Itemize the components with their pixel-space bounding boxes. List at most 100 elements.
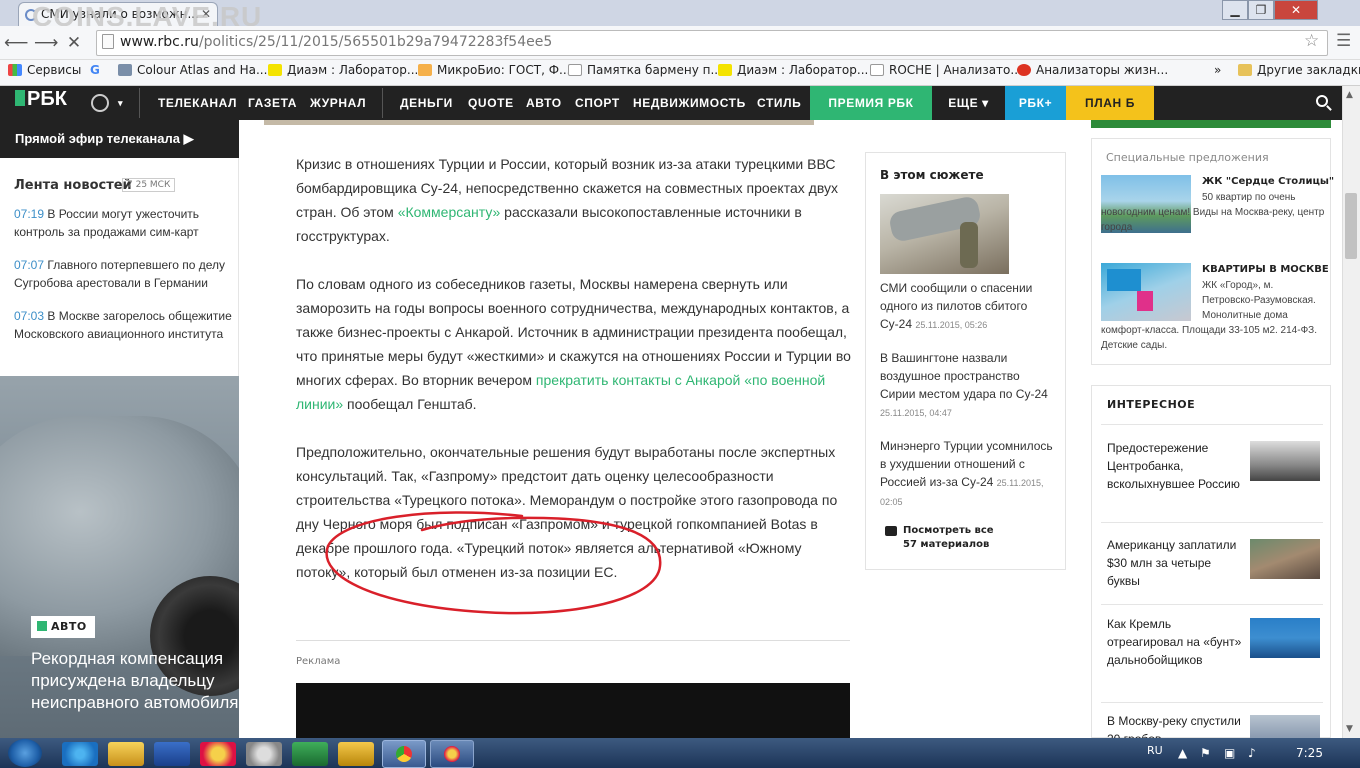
news-time: 07:03 xyxy=(14,309,45,323)
offer-heading[interactable]: ЖК "Сердце Столицы" xyxy=(1202,176,1334,187)
see-all-link[interactable]: Посмотреть все 57 материалов xyxy=(903,524,994,552)
red-circle-annotation xyxy=(325,511,662,615)
interest-item[interactable]: Предостережение Центробанка, всколыхнувш… xyxy=(1107,439,1242,493)
bookmark-item[interactable]: Диаэм : Лаборатор... xyxy=(268,63,418,77)
bookmarks-more-icon[interactable]: » xyxy=(1214,63,1221,77)
back-arrow-icon[interactable]: ⟵ xyxy=(4,31,28,55)
tray-expand-icon[interactable]: ▲ xyxy=(1178,746,1187,760)
nav-item-money[interactable]: ДЕНЬГИ xyxy=(400,86,453,120)
news-feed-title[interactable]: Лента новостей xyxy=(14,178,132,193)
nav-item-newspaper[interactable]: ГАЗЕТА xyxy=(248,86,297,120)
chevron-down-icon[interactable]: ▾ xyxy=(118,86,123,120)
network-icon[interactable]: ▣ xyxy=(1224,746,1235,760)
ie-icon[interactable] xyxy=(62,742,98,766)
see-all-count: 57 материалов xyxy=(903,539,990,550)
news-item[interactable]: 07:03 В Москве загорелось общежитие Моск… xyxy=(14,307,234,343)
nav-item-realty[interactable]: НЕДВИЖИМОСТЬ xyxy=(633,86,746,120)
promo-title[interactable]: Рекордная компенсация присуждена владель… xyxy=(31,648,239,714)
forward-arrow-icon[interactable]: ⟶ xyxy=(34,31,58,55)
bookmark-item[interactable]: Colour Atlas and Ha... xyxy=(118,63,267,77)
volume-icon[interactable]: ♪ xyxy=(1248,746,1256,760)
page-icon xyxy=(870,64,884,76)
stop-icon[interactable]: ✕ xyxy=(62,31,86,55)
nav-more[interactable]: ЕЩЕ ▾ xyxy=(932,86,1005,120)
chrome-task-icon[interactable] xyxy=(382,740,426,768)
live-stream-link[interactable]: Прямой эфир телеканала ▶ xyxy=(0,120,239,158)
app-icon[interactable] xyxy=(246,742,282,766)
other-bookmarks[interactable]: Другие закладки xyxy=(1238,63,1360,77)
bookmark-item[interactable]: ROCHE | Анализато... xyxy=(870,63,1022,77)
ad-video[interactable] xyxy=(296,683,850,738)
see-all-label: Посмотреть все xyxy=(903,525,994,536)
offer-heading[interactable]: КВАРТИРЫ В МОСКВЕ xyxy=(1202,264,1329,275)
media-player-icon[interactable] xyxy=(108,742,144,766)
bookmark-item[interactable]: Диаэм : Лаборатор... xyxy=(718,63,868,77)
1c-logo-icon xyxy=(444,746,460,762)
rbc-logo[interactable]: РБК xyxy=(15,88,67,111)
scroll-down-icon[interactable]: ▼ xyxy=(1346,724,1353,734)
flag-icon[interactable]: ⚑ xyxy=(1200,746,1211,760)
menu-icon[interactable]: ☰ xyxy=(1336,31,1351,51)
bookmark-item[interactable]: Анализаторы жизн... xyxy=(1017,63,1168,77)
url-text[interactable]: www.rbc.ru/politics/25/11/2015/565501b29… xyxy=(120,34,552,50)
bookmark-item[interactable]: Памятка бармену п... xyxy=(568,63,722,77)
nav-divider xyxy=(139,88,140,118)
taskbar-clock[interactable]: 7:25 xyxy=(1296,746,1323,760)
1c-task-icon[interactable] xyxy=(430,740,474,768)
story-item[interactable]: СМИ сообщили о спасении одного из пилото… xyxy=(880,279,1058,334)
interest-item[interactable]: В Москву-реку спустили 20 гробов xyxy=(1107,712,1242,738)
interest-image[interactable] xyxy=(1250,618,1320,658)
nav-plan-b[interactable]: ПЛАН Б xyxy=(1066,86,1154,120)
word-icon[interactable] xyxy=(154,742,190,766)
interest-image[interactable] xyxy=(1250,441,1320,481)
minimize-icon[interactable]: ▁ xyxy=(1222,0,1248,20)
nav-item-quote[interactable]: QUOTE xyxy=(468,86,514,120)
interest-item[interactable]: Американцу заплатили $30 млн за четыре б… xyxy=(1107,536,1242,590)
news-item[interactable]: 07:07 Главного потерпевшего по делу Сугр… xyxy=(14,256,234,292)
materials-icon xyxy=(885,526,897,536)
scrollbar-thumb[interactable] xyxy=(1345,193,1357,259)
article-paragraph-1: Кризис в отношениях Турции и России, кот… xyxy=(296,152,852,248)
nav-divider xyxy=(382,88,383,118)
language-indicator[interactable]: RU xyxy=(1147,744,1163,757)
bookmark-item[interactable]: МикроБио: ГОСТ, Ф... xyxy=(418,63,570,77)
clock-app-icon[interactable] xyxy=(338,742,374,766)
bookmark-services[interactable]: Сервисы xyxy=(8,63,81,77)
maximize-icon[interactable]: ❐ xyxy=(1248,0,1274,20)
divider xyxy=(1101,424,1323,425)
bookmark-site-icon xyxy=(718,64,732,76)
apps-icon xyxy=(8,64,22,76)
bookmark-site-icon xyxy=(1017,64,1031,76)
story-item[interactable]: В Вашингтоне назвали воздушное пространс… xyxy=(880,349,1058,422)
news-text: Главного потерпевшего по делу Сугробова … xyxy=(14,258,226,290)
bookmark-star-icon[interactable]: ☆ xyxy=(1304,31,1319,51)
news-time: 07:19 xyxy=(14,207,45,221)
interest-image[interactable] xyxy=(1250,715,1320,738)
bookmark-label: Диаэм : Лаборатор... xyxy=(287,63,419,77)
nav-item-magazine[interactable]: ЖУРНАЛ xyxy=(310,86,366,120)
google-icon[interactable]: G xyxy=(90,63,100,77)
window-close-icon[interactable]: ✕ xyxy=(1274,0,1318,20)
story-image[interactable] xyxy=(880,194,1009,274)
scroll-up-icon[interactable]: ▲ xyxy=(1346,90,1353,100)
nav-item-style[interactable]: СТИЛЬ xyxy=(757,86,801,120)
page-scrollbar[interactable] xyxy=(1342,86,1360,738)
nav-premium[interactable]: ПРЕМИЯ РБК xyxy=(810,86,932,120)
nav-item-tv[interactable]: ТЕЛЕКАНАЛ xyxy=(158,86,237,120)
nav-rbk-plus[interactable]: РБК+ xyxy=(1005,86,1066,120)
excel-icon[interactable] xyxy=(292,742,328,766)
globe-icon[interactable] xyxy=(91,94,109,112)
start-button-icon[interactable] xyxy=(8,739,42,767)
news-item[interactable]: 07:19 В России могут ужесточить контроль… xyxy=(14,205,234,241)
interest-item[interactable]: Как Кремль отреагировал на «бунт» дально… xyxy=(1107,615,1242,669)
nav-item-sport[interactable]: СПОРТ xyxy=(575,86,620,120)
news-text: В Москве загорелось общежитие Московског… xyxy=(14,309,232,341)
story-item[interactable]: Минэнерго Турции усомнилось в ухудшении … xyxy=(880,437,1058,511)
auto-category-badge[interactable]: АВТО xyxy=(31,616,95,638)
kommersant-link[interactable]: «Коммерсанту» xyxy=(398,204,501,220)
nav-item-auto[interactable]: АВТО xyxy=(526,86,562,120)
bookmark-label: ROCHE | Анализато... xyxy=(889,63,1022,77)
1c-icon[interactable] xyxy=(200,742,236,766)
badge-label: АВТО xyxy=(51,620,87,633)
interest-image[interactable] xyxy=(1250,539,1320,579)
